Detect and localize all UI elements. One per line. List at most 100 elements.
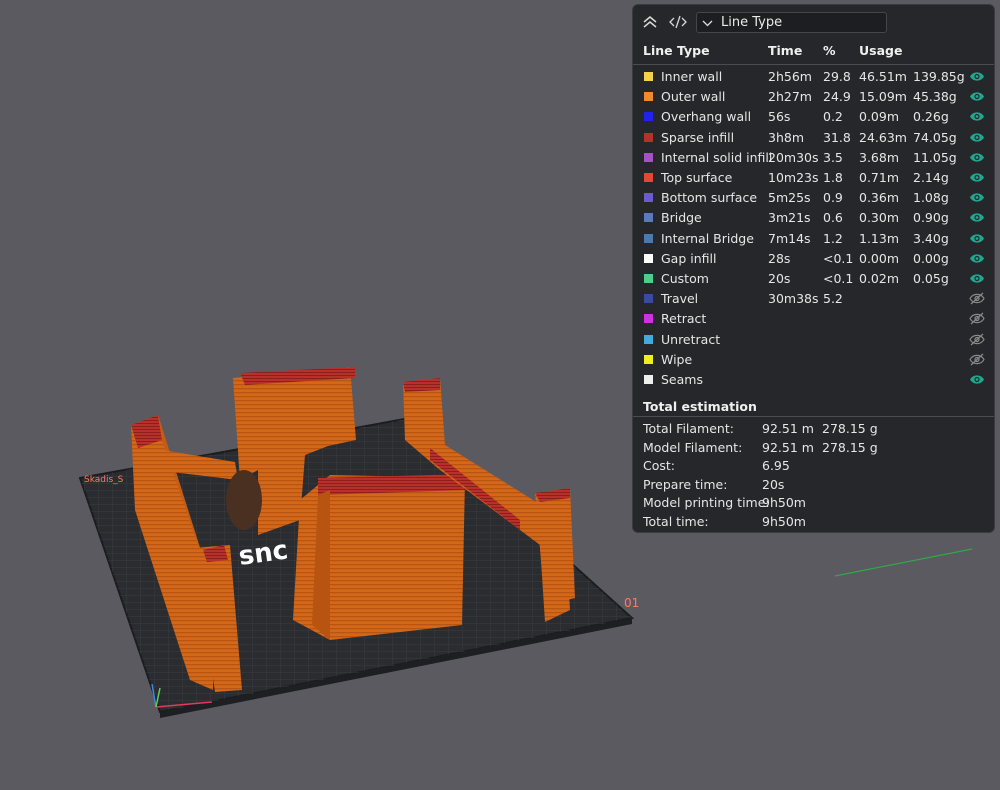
eye-icon[interactable]	[969, 131, 985, 144]
eye-icon[interactable]	[969, 171, 985, 184]
collapse-icon[interactable]	[641, 14, 659, 30]
line-type-weight: 1.08g	[913, 190, 949, 206]
eye-icon[interactable]	[969, 70, 985, 83]
header-line-type: Line Type	[643, 43, 710, 58]
line-type-length: 24.63m	[859, 129, 907, 145]
line-type-length: 3.68m	[859, 149, 900, 165]
line-type-length: 15.09m	[859, 89, 907, 105]
line-type-length: 0.71m	[859, 170, 900, 185]
header-percent: %	[823, 43, 836, 58]
eye-icon[interactable]	[969, 272, 985, 285]
line-type-percent: 24.9	[823, 89, 851, 105]
line-type-row[interactable]: Internal solid infill 20m30s 3.5 3.68m 11.05…	[633, 148, 994, 168]
view-type-dropdown[interactable]: Line Type	[696, 12, 887, 33]
total-label: Prepare time:	[643, 476, 728, 492]
eye-icon[interactable]	[969, 211, 985, 224]
line-type-name: Unretract	[661, 331, 721, 347]
eye-icon[interactable]	[969, 151, 985, 164]
line-type-time: 20s	[768, 271, 791, 286]
line-type-percent: 3.5	[823, 149, 843, 165]
line-type-weight: 11.05g	[913, 149, 957, 165]
color-swatch	[644, 274, 653, 283]
line-type-weight: 0.05g	[913, 271, 949, 286]
line-type-time: 28s	[768, 250, 791, 266]
line-type-percent: 0.6	[823, 210, 843, 226]
eye-off-icon[interactable]	[969, 312, 985, 325]
total-row: Total time: 9h50m	[633, 514, 994, 532]
eye-icon[interactable]	[969, 252, 985, 265]
line-type-time: 2h56m	[768, 69, 812, 84]
line-type-row[interactable]: Bottom surface 5m25s 0.9 0.36m 1.08g	[633, 188, 994, 208]
line-type-weight: 0.26g	[913, 109, 949, 125]
line-type-time: 10m23s	[768, 170, 819, 185]
line-type-name: Wipe	[661, 351, 693, 367]
line-type-row[interactable]: Inner wall 2h56m 29.8 46.51m 139.85g	[633, 67, 994, 87]
line-type-percent: <0.1	[823, 250, 854, 266]
line-type-weight: 3.40g	[913, 230, 949, 246]
color-swatch	[644, 354, 653, 364]
gcode-icon[interactable]	[669, 14, 687, 30]
line-type-row[interactable]: Outer wall 2h27m 24.9 15.09m 45.38g	[633, 87, 994, 107]
line-type-length: 0.09m	[859, 109, 900, 125]
plate-label: Skadis_S	[84, 475, 124, 485]
total-value: 9h50m	[762, 513, 806, 529]
color-swatch	[644, 112, 653, 122]
line-type-row[interactable]: Travel 30m38s 5.2	[633, 289, 994, 309]
eye-icon[interactable]	[969, 373, 985, 386]
eye-off-icon[interactable]	[969, 333, 985, 346]
header-usage: Usage	[859, 43, 903, 58]
line-type-row[interactable]: Retract	[633, 309, 994, 329]
line-type-time: 3m21s	[768, 210, 811, 226]
color-swatch	[644, 193, 653, 203]
color-swatch	[644, 375, 653, 384]
total-label: Model Filament:	[643, 439, 743, 455]
total-value-secondary: 278.15 g	[822, 439, 878, 455]
eye-icon[interactable]	[969, 90, 985, 103]
line-type-weight: 2.14g	[913, 170, 949, 185]
header-divider	[633, 64, 994, 65]
legend-panel: Line Type Line Type Time % Usage Inner w…	[632, 4, 995, 533]
total-row: Total Filament: 92.51 m 278.15 g	[633, 421, 994, 439]
line-type-percent: 0.2	[823, 109, 843, 125]
line-type-time: 3h8m	[768, 129, 805, 145]
line-type-name: Retract	[661, 311, 707, 327]
line-type-name: Bridge	[661, 210, 702, 226]
plate-number: 01	[624, 596, 639, 610]
total-row: Cost: 6.95	[633, 458, 994, 476]
eye-off-icon[interactable]	[969, 292, 985, 305]
total-label: Model printing time:	[643, 495, 770, 510]
line-type-percent: 1.2	[823, 230, 843, 246]
color-swatch	[644, 233, 653, 243]
line-type-name: Top surface	[661, 170, 733, 185]
total-row: Model printing time: 9h50m	[633, 495, 994, 513]
line-type-name: Inner wall	[661, 69, 723, 84]
line-type-time: 56s	[768, 109, 791, 125]
total-value: 9h50m	[762, 495, 806, 510]
line-type-row[interactable]: Internal Bridge 7m14s 1.2 1.13m 3.40g	[633, 229, 994, 249]
total-row: Model Filament: 92.51 m 278.15 g	[633, 440, 994, 458]
line-type-row[interactable]: Bridge 3m21s 0.6 0.30m 0.90g	[633, 208, 994, 228]
line-type-time: 5m25s	[768, 190, 811, 206]
eye-icon[interactable]	[969, 232, 985, 245]
line-type-row[interactable]: Gap infill 28s <0.1 0.00m 0.00g	[633, 249, 994, 269]
line-type-percent: 31.8	[823, 129, 851, 145]
total-value: 92.51 m	[762, 421, 814, 436]
eye-icon[interactable]	[969, 191, 985, 204]
color-swatch	[644, 152, 653, 162]
line-type-name: Internal Bridge	[661, 230, 754, 246]
total-label: Total time:	[643, 513, 709, 529]
eye-off-icon[interactable]	[969, 353, 985, 366]
eye-icon[interactable]	[969, 110, 985, 123]
line-type-row[interactable]: Wipe	[633, 350, 994, 370]
line-type-row[interactable]: Overhang wall 56s 0.2 0.09m 0.26g	[633, 107, 994, 127]
line-type-row[interactable]: Unretract	[633, 330, 994, 350]
color-swatch	[644, 253, 653, 263]
line-type-row[interactable]: Sparse infill 3h8m 31.8 24.63m 74.05g	[633, 128, 994, 148]
line-type-row[interactable]: Top surface 10m23s 1.8 0.71m 2.14g	[633, 168, 994, 188]
total-divider	[633, 416, 994, 417]
legend-toolbar: Line Type	[633, 5, 994, 39]
total-value: 6.95	[762, 458, 790, 473]
line-type-row[interactable]: Custom 20s <0.1 0.02m 0.05g	[633, 269, 994, 289]
line-type-row[interactable]: Seams	[633, 370, 994, 390]
color-swatch	[644, 173, 653, 182]
